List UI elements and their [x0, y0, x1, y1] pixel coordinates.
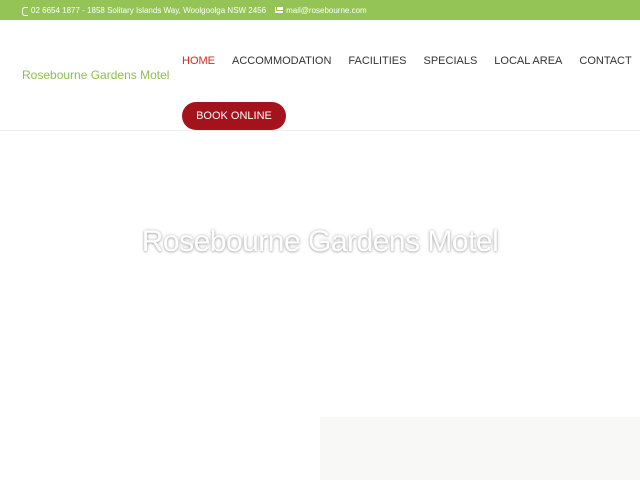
mail-icon: [275, 7, 284, 13]
nav-item-contact[interactable]: CONTACT: [579, 55, 631, 67]
nav-item-facilities[interactable]: FACILITIES: [348, 55, 406, 67]
nav-item-local-area[interactable]: LOCAL AREA: [494, 55, 562, 67]
phone-icon: [22, 6, 28, 16]
nav-item-home[interactable]: HOME: [182, 55, 215, 67]
phone-contact[interactable]: 02 6654 1877 - 1858 Solitary Islands Way…: [22, 5, 267, 16]
nav-item-accommodation[interactable]: ACCOMMODATION: [232, 55, 331, 67]
top-info-bar: 02 6654 1877 - 1858 Solitary Islands Way…: [0, 0, 640, 20]
main-nav: HOME ACCOMMODATION FACILITIES SPECIALS L…: [182, 55, 632, 67]
hero-panel: [320, 417, 640, 480]
hero-title: Rosebourne Gardens Motel: [141, 225, 499, 258]
nav-item-specials[interactable]: SPECIALS: [423, 55, 477, 67]
email-link[interactable]: mail@rosebourne.com: [275, 6, 367, 15]
phone-address-text: 02 6654 1877 - 1858 Solitary Islands Way…: [31, 5, 267, 15]
book-online-button[interactable]: BOOK ONLINE: [182, 102, 286, 130]
email-text: mail@rosebourne.com: [286, 5, 367, 15]
site-logo[interactable]: Rosebourne Gardens Motel: [22, 68, 169, 82]
site-header: Rosebourne Gardens Motel HOME ACCOMMODAT…: [0, 20, 640, 131]
hero-section: Rosebourne Gardens Motel: [0, 132, 640, 480]
